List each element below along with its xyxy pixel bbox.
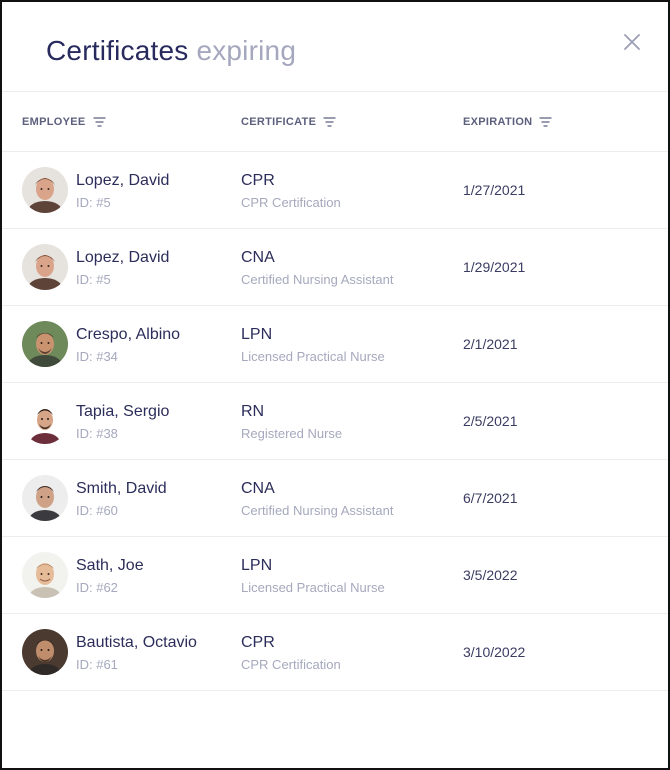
filter-icon[interactable] xyxy=(93,117,106,127)
table-row[interactable]: Bautista, Octavio ID: #61 CPR CPR Certif… xyxy=(2,614,668,691)
employee-name: Lopez, David xyxy=(76,249,170,266)
employee-name: Crespo, Albino xyxy=(76,326,181,343)
certificate-column-header[interactable]: CERTIFICATE xyxy=(241,116,336,128)
table-row[interactable]: Lopez, David ID: #5 CPR CPR Certificatio… xyxy=(2,152,668,229)
employee-id: ID: #61 xyxy=(76,657,118,672)
avatar xyxy=(22,552,68,598)
expiration-date: 3/5/2022 xyxy=(463,567,518,583)
expiration-date: 1/27/2021 xyxy=(463,182,526,198)
certificate-name: Registered Nurse xyxy=(241,426,343,441)
filter-icon[interactable] xyxy=(539,117,552,127)
modal-title: Certificates expiring xyxy=(46,35,296,67)
table-row[interactable]: Tapia, Sergio ID: #38 RN Registered Nurs… xyxy=(2,383,668,460)
employee-name: Lopez, David xyxy=(76,172,170,189)
close-icon xyxy=(624,34,640,50)
employee-id: ID: #5 xyxy=(76,272,111,287)
avatar xyxy=(22,398,68,444)
title-sub: expiring xyxy=(196,35,297,66)
employee-id: ID: #38 xyxy=(76,426,118,441)
avatar xyxy=(22,475,68,521)
certificate-code: CNA xyxy=(241,480,275,497)
employee-id: ID: #62 xyxy=(76,580,118,595)
table-row[interactable]: Smith, David ID: #60 CNA Certified Nursi… xyxy=(2,460,668,537)
certificates-modal: Certificates expiring EMPLOYEE CERTIFICA… xyxy=(0,0,670,770)
certificate-name: Licensed Practical Nurse xyxy=(241,349,385,364)
table-header: EMPLOYEE CERTIFICATE EXPIRATION xyxy=(2,92,668,152)
certificate-code: CPR xyxy=(241,634,275,651)
table-row[interactable]: Crespo, Albino ID: #34 LPN Licensed Prac… xyxy=(2,306,668,383)
employee-column-header[interactable]: EMPLOYEE xyxy=(22,116,106,128)
employee-id: ID: #60 xyxy=(76,503,118,518)
modal-header: Certificates expiring xyxy=(2,2,668,92)
employee-name: Bautista, Octavio xyxy=(76,634,197,651)
expiration-date: 1/29/2021 xyxy=(463,259,526,275)
certificate-name: Certified Nursing Assistant xyxy=(241,272,394,287)
employee-name: Tapia, Sergio xyxy=(76,403,170,420)
employee-name: Sath, Joe xyxy=(76,557,144,574)
certificate-code: LPN xyxy=(241,557,273,574)
expiration-column-header[interactable]: EXPIRATION xyxy=(463,116,552,128)
avatar xyxy=(22,629,68,675)
employee-name: Smith, David xyxy=(76,480,167,497)
certificate-code: LPN xyxy=(241,326,273,343)
avatar xyxy=(22,244,68,290)
certificates-table-body: Lopez, David ID: #5 CPR CPR Certificatio… xyxy=(2,152,668,691)
expiration-date: 6/7/2021 xyxy=(463,490,518,506)
filter-icon[interactable] xyxy=(323,117,336,127)
certificate-code: CNA xyxy=(241,249,275,266)
employee-id: ID: #34 xyxy=(76,349,118,364)
title-main: Certificates xyxy=(46,35,189,66)
certificate-column-label: CERTIFICATE xyxy=(241,116,317,128)
table-row[interactable]: Sath, Joe ID: #62 LPN Licensed Practical… xyxy=(2,537,668,614)
certificate-name: Certified Nursing Assistant xyxy=(241,503,394,518)
expiration-date: 2/5/2021 xyxy=(463,413,518,429)
expiration-date: 2/1/2021 xyxy=(463,336,518,352)
certificate-name: CPR Certification xyxy=(241,195,341,210)
avatar xyxy=(22,167,68,213)
certificate-name: Licensed Practical Nurse xyxy=(241,580,385,595)
certificate-name: CPR Certification xyxy=(241,657,341,672)
close-button[interactable] xyxy=(622,32,642,52)
expiration-column-label: EXPIRATION xyxy=(463,116,533,128)
certificate-code: CPR xyxy=(241,172,275,189)
employee-column-label: EMPLOYEE xyxy=(22,116,86,128)
certificate-code: RN xyxy=(241,403,265,420)
avatar xyxy=(22,321,68,367)
expiration-date: 3/10/2022 xyxy=(463,644,526,660)
table-row[interactable]: Lopez, David ID: #5 CNA Certified Nursin… xyxy=(2,229,668,306)
employee-id: ID: #5 xyxy=(76,195,111,210)
